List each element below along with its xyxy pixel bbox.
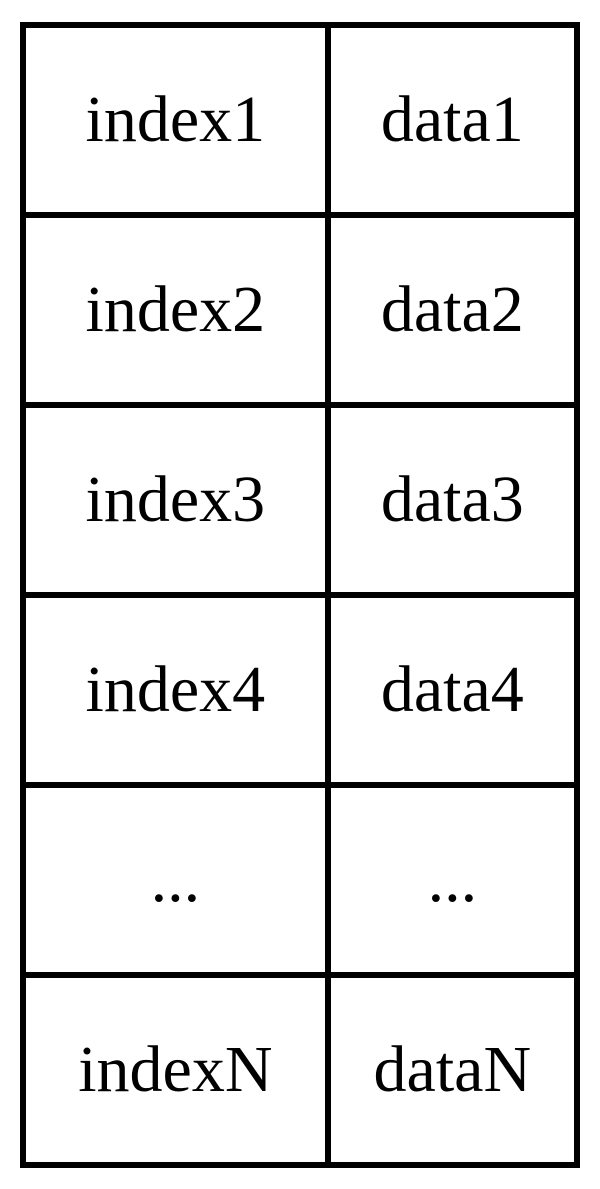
- index-data-table: index1 data1 index2 data2 index3 data3 i…: [20, 22, 580, 1168]
- data-cell: ...: [328, 785, 577, 975]
- table-row: index1 data1: [23, 25, 577, 215]
- table-row: ... ...: [23, 785, 577, 975]
- data-cell: data3: [328, 405, 577, 595]
- index-cell: index3: [23, 405, 328, 595]
- table-row: index4 data4: [23, 595, 577, 785]
- index-cell: index2: [23, 215, 328, 405]
- index-cell: index1: [23, 25, 328, 215]
- data-cell: data2: [328, 215, 577, 405]
- index-cell: index4: [23, 595, 328, 785]
- table-row: index2 data2: [23, 215, 577, 405]
- table-row: indexN dataN: [23, 975, 577, 1165]
- data-cell: data1: [328, 25, 577, 215]
- table-row: index3 data3: [23, 405, 577, 595]
- index-cell: ...: [23, 785, 328, 975]
- index-cell: indexN: [23, 975, 328, 1165]
- data-cell: data4: [328, 595, 577, 785]
- data-cell: dataN: [328, 975, 577, 1165]
